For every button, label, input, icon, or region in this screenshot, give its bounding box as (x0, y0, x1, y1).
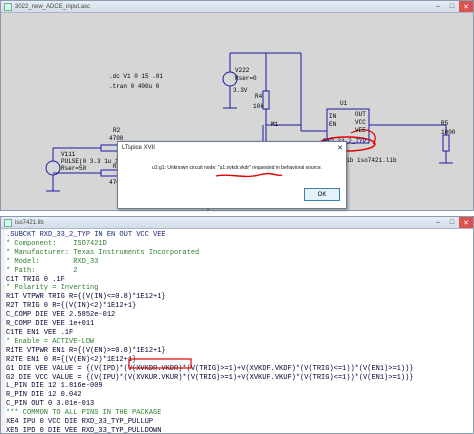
schematic-canvas[interactable]: .dc V1 0 15 .01 .tran 0 400u 0 V222 Rser… (1, 13, 473, 210)
r5-label: R5 (441, 120, 449, 127)
v222-label: V222 (235, 67, 250, 74)
dialog-close-icon[interactable]: ✕ (334, 144, 346, 152)
v111-label: V111 (61, 151, 76, 158)
directive-tran[interactable]: .tran 0 400u 0 (109, 83, 159, 90)
netlist-editor[interactable]: .SUBCKT RXD_33_2_TYP IN EN OUT VCC VEE * … (1, 229, 473, 433)
dialog-title: LTspice XVII (122, 144, 155, 151)
lib-directive[interactable]: .lib iso7421.lib (339, 157, 397, 164)
minimize-icon[interactable]: – (431, 1, 445, 12)
v111-rser: Rser=50 (61, 165, 87, 172)
r2-label: R2 (113, 127, 121, 134)
netlist-file-icon (4, 218, 12, 227)
u1-pin-in: IN (329, 113, 337, 120)
u1-pin-out: OUT (355, 111, 366, 118)
u1-label: U1 (340, 100, 348, 107)
netlist-window: iso7421.lib – □ ✕ .SUBCKT RXD_33_2_TYP I… (0, 216, 474, 434)
xvkdr-highlight-box (128, 358, 192, 369)
netlist-annotations (128, 358, 192, 369)
dialog-message: u1:g1: Unknown circuit node: "u1:xvkdr.v… (152, 165, 323, 171)
dialog-titlebar[interactable]: LTspice XVII ✕ (118, 142, 346, 153)
maximize-icon[interactable]: □ (445, 1, 459, 12)
r5-value: 1000 (441, 129, 456, 136)
u1-pin-vcc: VCC (355, 119, 366, 126)
close-icon[interactable]: ✕ (459, 217, 473, 228)
maximize-icon[interactable]: □ (445, 217, 459, 228)
schematic-titlebar[interactable]: 3022_new_ADCE_input.asc – □ ✕ (1, 1, 473, 13)
schematic-file-icon (4, 2, 12, 11)
u1-pin-vee: VEE (355, 127, 366, 134)
schematic-window: 3022_new_ADCE_input.asc – □ ✕ .dc V1 0 1… (0, 0, 474, 211)
minimize-icon[interactable]: – (431, 217, 445, 228)
directive-dc[interactable]: .dc V1 0 15 .01 (109, 73, 163, 80)
message-underline-scribble (215, 172, 283, 178)
r5-symbol (442, 134, 450, 152)
close-icon[interactable]: ✕ (459, 1, 473, 12)
v222-rser: Rser=0 (235, 75, 257, 82)
error-dialog: LTspice XVII ✕ u1:g1: Unknown circuit no… (117, 141, 347, 209)
m1-label: M1 (271, 121, 279, 128)
ok-button[interactable]: OK (304, 188, 340, 201)
r4-label: R4 (255, 93, 263, 100)
netlist-titlebar[interactable]: iso7421.lib – □ ✕ (1, 217, 473, 229)
netlist-title: iso7421.lib (15, 219, 44, 226)
v222-value: 3.3V (233, 87, 248, 94)
u1-pin-en: EN (329, 121, 337, 128)
schematic-title: 3022_new_ADCE_input.asc (15, 3, 91, 10)
r4-value: 10k (253, 103, 264, 110)
